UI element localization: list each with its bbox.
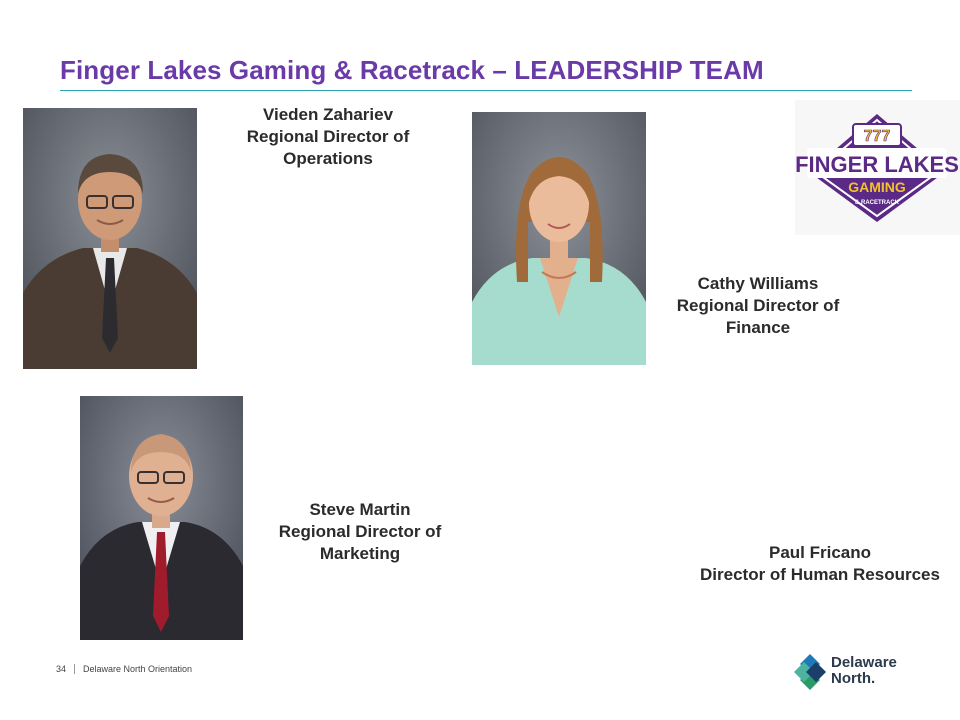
photo-steve-martin [80, 396, 243, 640]
svg-text:777: 777 [864, 128, 891, 145]
footer-divider [74, 664, 76, 674]
leader-name: Steve Martin [309, 500, 411, 519]
footer-label: Delaware North Orientation [83, 664, 193, 674]
svg-text:& RACETRACK: & RACETRACK [855, 200, 900, 206]
footer: 34 Delaware North Orientation [56, 664, 192, 674]
leader-title-line2: Finance [725, 318, 791, 337]
leader-title-line2: Operations [283, 149, 373, 168]
brand-line1: Delaware [831, 654, 897, 671]
slide: Finger Lakes Gaming & Racetrack – LEADER… [0, 0, 960, 720]
brand-line2: North. [831, 670, 876, 687]
slide-title: Finger Lakes Gaming & Racetrack – LEADER… [60, 55, 764, 85]
brand-wordmark: Delaware North. [831, 655, 897, 687]
leader-title-line1: Regional Director of [246, 127, 410, 146]
caption-steve-martin: Steve Martin Regional Director of Market… [260, 499, 460, 565]
finger-lakes-gaming-logo: 777 FINGER LAKES GAMING & RACETRACK [795, 100, 960, 235]
caption-cathy-williams: Cathy Williams Regional Director of Fina… [658, 273, 858, 339]
caption-vieden-zahariev: Vieden Zahariev Regional Director of Ope… [228, 104, 428, 170]
leader-name: Vieden Zahariev [262, 105, 394, 124]
svg-text:FINGER LAKES: FINGER LAKES [795, 152, 959, 177]
leader-title-line1: Director of Human Resources [700, 565, 940, 584]
leader-title-line1: Regional Director of [676, 296, 840, 315]
photo-vieden-zahariev [23, 108, 197, 369]
svg-text:GAMING: GAMING [848, 179, 906, 195]
leader-title-line1: Regional Director of [278, 522, 442, 541]
leader-name: Paul Fricano [768, 543, 872, 562]
page-number: 34 [56, 664, 67, 674]
caption-paul-fricano: Paul Fricano Director of Human Resources [680, 542, 960, 586]
photo-cathy-williams [472, 112, 646, 365]
leader-title-line2: Marketing [319, 544, 401, 563]
title-divider [60, 90, 912, 91]
leader-name: Cathy Williams [697, 274, 819, 293]
